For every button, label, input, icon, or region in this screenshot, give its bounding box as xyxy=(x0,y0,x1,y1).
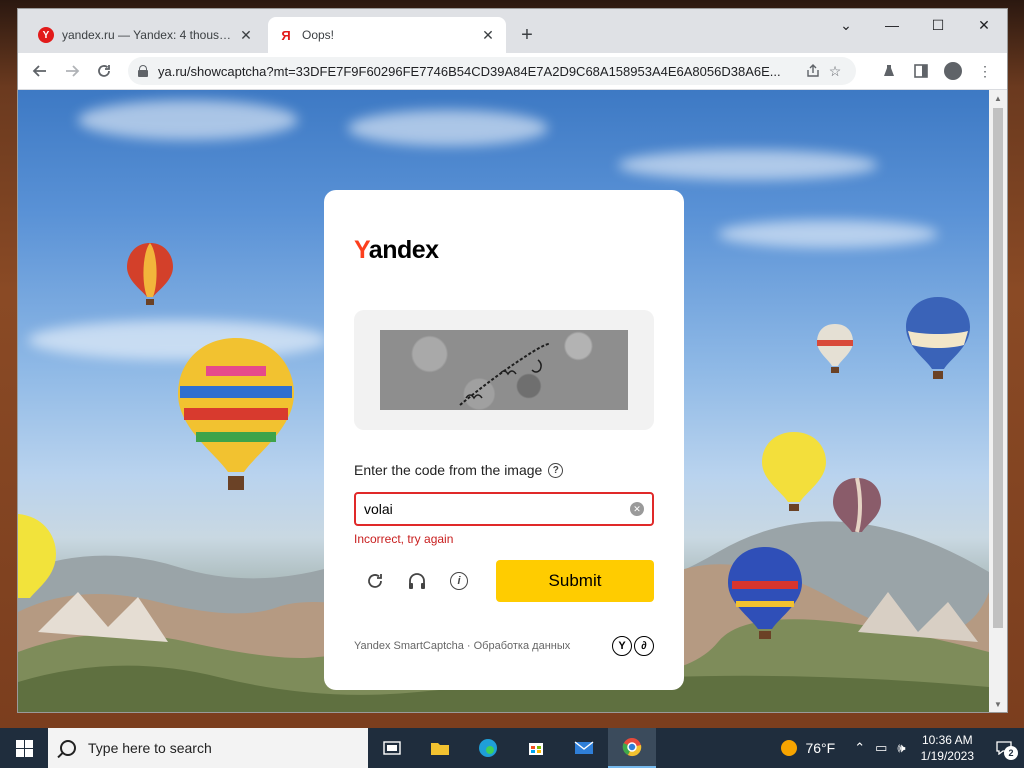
search-icon xyxy=(60,740,76,756)
balloon xyxy=(833,477,881,533)
captcha-prompt-label: Enter the code from the image xyxy=(354,462,543,478)
balloon xyxy=(906,297,970,379)
weather-widget[interactable]: 76°F xyxy=(781,740,835,756)
extensions-icon[interactable] xyxy=(873,57,905,85)
cloud xyxy=(348,110,548,146)
page-scrollbar[interactable]: ▲ ▼ xyxy=(989,90,1007,712)
cloud xyxy=(618,150,878,180)
forward-button[interactable] xyxy=(56,57,88,85)
tab-search-icon[interactable]: ⌄ xyxy=(823,9,869,41)
address-bar[interactable]: ya.ru/showcaptcha?mt=33DFE7F9F60296FE774… xyxy=(128,57,856,85)
yandex-favicon-icon: Я xyxy=(281,27,291,43)
close-tab-icon[interactable]: ✕ xyxy=(238,27,254,43)
system-tray: 76°F ⌃ ▭ 🕪 10:36 AM 1/19/2023 2 xyxy=(781,728,1024,768)
submit-button[interactable]: Submit xyxy=(496,560,654,602)
start-button[interactable] xyxy=(0,728,48,768)
side-panel-icon[interactable] xyxy=(905,57,937,85)
back-button[interactable] xyxy=(24,57,56,85)
new-tab-button[interactable]: + xyxy=(516,24,538,46)
url-text[interactable]: ya.ru/showcaptcha?mt=33DFE7F9F60296FE774… xyxy=(158,64,802,79)
mail-icon[interactable] xyxy=(560,728,608,768)
help-icon[interactable]: ? xyxy=(548,462,564,478)
cloud xyxy=(78,100,298,140)
scroll-down-icon[interactable]: ▼ xyxy=(989,696,1007,712)
audio-captcha-headphones-icon[interactable] xyxy=(396,560,438,602)
bookmark-star-icon[interactable]: ☆ xyxy=(824,63,846,80)
window-controls: ⌄ — ☐ ✕ xyxy=(823,9,1007,41)
task-view-icon[interactable] xyxy=(368,728,416,768)
captcha-card: Yandex Enter the code from the image ? ✕ xyxy=(324,190,684,690)
captcha-image-container xyxy=(354,310,654,430)
captcha-input-container[interactable]: ✕ xyxy=(354,492,654,526)
file-explorer-icon[interactable] xyxy=(416,728,464,768)
balloon xyxy=(762,432,826,511)
maximize-button[interactable]: ☐ xyxy=(915,9,961,41)
captcha-prompt: Enter the code from the image ? xyxy=(354,462,564,478)
taskbar-search[interactable]: Type here to search xyxy=(48,728,368,768)
tab-strip: Y yandex.ru — Yandex: 4 thousand ✕ Я Oop… xyxy=(18,9,1007,53)
windows-taskbar: Type here to search 76°F ⌃ ▭ 🕪 10:36 AM … xyxy=(0,728,1024,768)
captcha-actions: i Submit xyxy=(354,560,654,602)
error-message: Incorrect, try again xyxy=(354,532,454,546)
scrollbar-thumb[interactable] xyxy=(993,108,1003,628)
cloud xyxy=(718,220,938,248)
tab-title: yandex.ru — Yandex: 4 thousand xyxy=(62,28,232,42)
clear-input-icon[interactable]: ✕ xyxy=(630,502,644,516)
tab-yandex[interactable]: Y yandex.ru — Yandex: 4 thousand ✕ xyxy=(28,17,264,53)
captcha-input[interactable] xyxy=(364,501,630,517)
close-tab-icon[interactable]: ✕ xyxy=(480,27,496,43)
search-placeholder: Type here to search xyxy=(88,740,212,756)
clock-time: 10:36 AM xyxy=(921,733,973,747)
weather-temp: 76°F xyxy=(805,740,836,756)
captcha-image xyxy=(380,330,628,410)
balloon xyxy=(178,338,294,490)
smartcaptcha-footer-link[interactable]: Yandex SmartCaptcha · Обработка данных xyxy=(354,640,570,652)
notification-center-icon[interactable]: 2 xyxy=(984,728,1024,768)
clock[interactable]: 10:36 AM 1/19/2023 xyxy=(921,732,974,764)
close-window-button[interactable]: ✕ xyxy=(961,9,1007,41)
chevron-up-icon[interactable]: ⌃ xyxy=(854,740,865,756)
scroll-up-icon[interactable]: ▲ xyxy=(989,90,1007,106)
yandex-favicon-icon: Y xyxy=(38,27,54,43)
store-icon[interactable] xyxy=(512,728,560,768)
chrome-icon[interactable] xyxy=(608,728,656,768)
balloon xyxy=(728,547,802,639)
yandex-logo: Yandex xyxy=(354,236,439,264)
yandex-cloud-icon: ∂ xyxy=(634,636,654,656)
windows-logo-icon xyxy=(15,739,33,757)
yandex-y-icon: Y xyxy=(612,636,632,656)
edge-icon[interactable] xyxy=(464,728,512,768)
notification-badge: 2 xyxy=(1004,746,1018,760)
browser-window: Y yandex.ru — Yandex: 4 thousand ✕ Я Oop… xyxy=(18,9,1007,712)
balloon xyxy=(817,324,853,373)
share-icon[interactable] xyxy=(802,64,824,78)
refresh-captcha-icon[interactable] xyxy=(354,560,396,602)
info-icon[interactable]: i xyxy=(438,560,480,602)
tab-title: Oops! xyxy=(302,28,335,42)
toolbar-right: ⋮ xyxy=(873,57,1001,85)
minimize-button[interactable]: — xyxy=(869,9,915,41)
balloon xyxy=(18,514,56,598)
browser-toolbar: ya.ru/showcaptcha?mt=33DFE7F9F60296FE774… xyxy=(18,53,1007,90)
captcha-footer: Yandex SmartCaptcha · Обработка данных Y… xyxy=(354,636,654,656)
clock-date: 1/19/2023 xyxy=(920,749,974,763)
lock-icon[interactable] xyxy=(138,65,148,77)
tab-oops[interactable]: Я Oops! ✕ xyxy=(268,17,506,53)
page-viewport: Yandex Enter the code from the image ? ✕ xyxy=(18,90,989,712)
sun-icon xyxy=(781,740,798,756)
volume-icon[interactable]: 🕪 xyxy=(897,740,905,756)
menu-kebab-icon[interactable]: ⋮ xyxy=(969,57,1001,85)
network-icon[interactable]: ▭ xyxy=(875,740,887,756)
balloon xyxy=(127,243,173,305)
profile-avatar[interactable] xyxy=(937,57,969,85)
reload-button[interactable] xyxy=(88,57,120,85)
yandex-brand-icons: Y ∂ xyxy=(610,636,654,656)
